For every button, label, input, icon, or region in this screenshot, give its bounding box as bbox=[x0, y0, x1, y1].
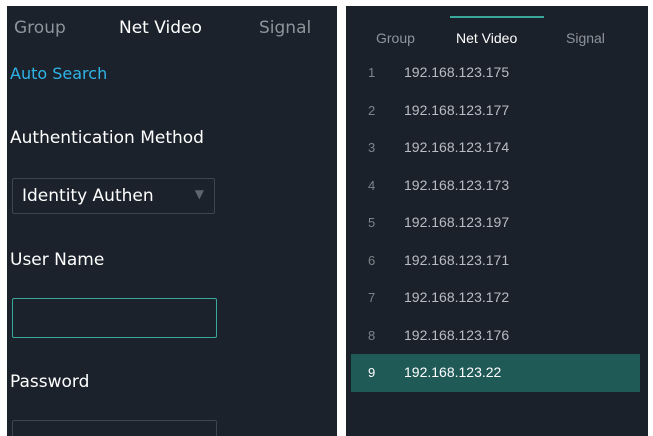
user-name-label: User Name bbox=[10, 250, 105, 270]
ip-address: 192.168.123.176 bbox=[404, 326, 510, 343]
row-index: 6 bbox=[368, 252, 376, 268]
row-index: 2 bbox=[368, 102, 376, 118]
list-item-selected[interactable]: 9 192.168.123.22 bbox=[351, 354, 640, 392]
ip-address: 192.168.123.197 bbox=[404, 214, 510, 230]
auth-method-label: Authentication Method bbox=[10, 128, 204, 148]
password-input[interactable] bbox=[12, 420, 217, 436]
row-index: 4 bbox=[368, 177, 376, 193]
row-index: 3 bbox=[368, 140, 376, 155]
list-item[interactable]: 1 192.168.123.175 bbox=[351, 54, 640, 92]
row-index: 7 bbox=[368, 290, 376, 305]
chevron-down-icon: ▼ bbox=[194, 187, 204, 201]
ip-address: 192.168.123.174 bbox=[404, 139, 510, 155]
device-list-panel: Group Net Video Signal 1 192.168.123.175… bbox=[346, 6, 648, 436]
tab-group[interactable]: Group bbox=[14, 6, 66, 50]
row-index: 1 bbox=[368, 65, 376, 80]
list-item[interactable]: 8 192.168.123.176 bbox=[351, 317, 640, 355]
ip-address: 192.168.123.172 bbox=[404, 289, 510, 305]
password-label: Password bbox=[10, 372, 90, 392]
list-item[interactable]: 2 192.168.123.177 bbox=[351, 92, 640, 130]
list-item[interactable]: 5 192.168.123.197 bbox=[351, 204, 640, 242]
tab-bar: Group Net Video Signal bbox=[346, 6, 648, 50]
user-name-input[interactable] bbox=[12, 298, 217, 338]
ip-address: 192.168.123.175 bbox=[404, 64, 510, 80]
row-index: 9 bbox=[368, 365, 376, 380]
device-list: 1 192.168.123.175 2 192.168.123.177 3 19… bbox=[351, 54, 640, 392]
list-item[interactable]: 4 192.168.123.173 bbox=[351, 167, 640, 205]
tab-bar: Group Net Video Signal bbox=[7, 6, 337, 50]
list-item[interactable]: 6 192.168.123.171 bbox=[351, 242, 640, 280]
auth-method-dropdown[interactable]: Identity Authen ▼ bbox=[12, 178, 215, 214]
ip-address: 192.168.123.22 bbox=[404, 364, 502, 380]
row-index: 5 bbox=[368, 215, 376, 230]
tab-net-video[interactable]: Net Video bbox=[119, 6, 202, 50]
row-index: 8 bbox=[368, 327, 376, 343]
auto-search-link[interactable]: Auto Search bbox=[10, 64, 107, 83]
auth-method-value: Identity Authen bbox=[22, 186, 154, 206]
ip-address: 192.168.123.173 bbox=[404, 176, 510, 193]
settings-panel: Group Net Video Signal Auto Search Authe… bbox=[7, 6, 337, 436]
list-item[interactable]: 3 192.168.123.174 bbox=[351, 129, 640, 167]
ip-address: 192.168.123.177 bbox=[404, 101, 510, 118]
ip-address: 192.168.123.171 bbox=[404, 251, 510, 268]
tab-signal[interactable]: Signal bbox=[259, 6, 311, 50]
list-item[interactable]: 7 192.168.123.172 bbox=[351, 279, 640, 317]
